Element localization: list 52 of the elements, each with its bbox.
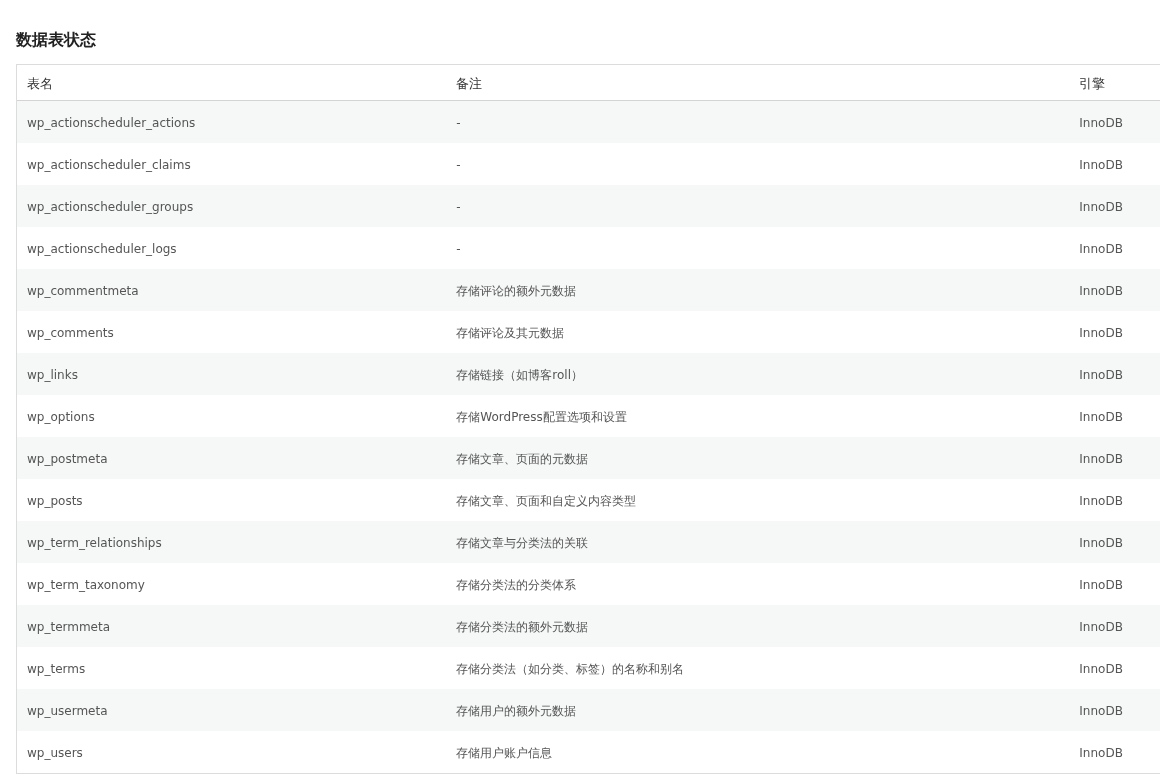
engine-cell: InnoDB: [1079, 494, 1123, 508]
engine-cell: InnoDB: [1079, 200, 1123, 214]
remark-cell: 存储WordPress配置选项和设置: [456, 410, 627, 424]
table-name-cell: wp_actionscheduler_claims: [27, 158, 191, 172]
remark-cell: -: [456, 242, 461, 256]
table-name-cell: wp_options: [27, 410, 95, 424]
table-name-cell: wp_postmeta: [27, 452, 108, 466]
engine-cell: InnoDB: [1079, 158, 1123, 172]
engine-cell: InnoDB: [1079, 452, 1123, 466]
column-header: 引擎: [1079, 75, 1106, 91]
remark-cell: 存储分类法的分类体系: [456, 578, 577, 592]
table-name-cell: wp_actionscheduler_logs: [27, 242, 177, 256]
table-name-cell: wp_posts: [27, 494, 83, 508]
table-name-cell: wp_comments: [27, 326, 114, 340]
remark-cell: -: [456, 200, 461, 214]
engine-cell: InnoDB: [1079, 368, 1123, 382]
table-name-cell: wp_term_taxonomy: [27, 578, 145, 592]
table-name-cell: wp_users: [27, 746, 83, 760]
table-name-cell: wp_links: [27, 368, 78, 382]
remark-cell: 存储用户的额外元数据: [456, 704, 577, 718]
table-name-cell: wp_termmeta: [27, 620, 111, 634]
table-name-cell: wp_usermeta: [27, 704, 108, 718]
remark-cell: 存储评论及其元数据: [456, 326, 565, 340]
table-name-cell: wp_terms: [27, 662, 86, 676]
engine-cell: InnoDB: [1079, 746, 1123, 760]
engine-cell: InnoDB: [1079, 284, 1123, 298]
remark-cell: 存储文章与分类法的关联: [456, 536, 589, 550]
remark-cell: 存储文章、页面和自定义内容类型: [456, 494, 637, 508]
engine-cell: InnoDB: [1079, 620, 1123, 634]
remark-cell: 存储分类法的额外元数据: [456, 620, 589, 634]
remark-cell: 存储用户账户信息: [456, 746, 553, 760]
engine-cell: InnoDB: [1079, 662, 1123, 676]
column-header: 表名: [27, 75, 53, 91]
table-name-cell: wp_commentmeta: [27, 284, 139, 298]
column-header: 备注: [456, 75, 483, 91]
remark-cell: 存储链接（如博客roll）: [456, 368, 583, 382]
remark-cell: 存储分类法（如分类、标签）的名称和别名: [456, 662, 685, 676]
engine-cell: InnoDB: [1079, 326, 1123, 340]
remark-cell: -: [456, 158, 461, 172]
engine-cell: InnoDB: [1079, 536, 1123, 550]
section-title: 数据表状态: [16, 29, 97, 51]
remark-cell: 存储文章、页面的元数据: [456, 452, 589, 466]
engine-cell: InnoDB: [1079, 116, 1123, 130]
table-name-cell: wp_actionscheduler_groups: [27, 200, 194, 214]
engine-cell: InnoDB: [1079, 242, 1123, 256]
engine-cell: InnoDB: [1079, 578, 1123, 592]
table-name-cell: wp_actionscheduler_actions: [27, 116, 196, 130]
table-name-cell: wp_term_relationships: [27, 536, 162, 550]
remark-cell: 存储评论的额外元数据: [456, 284, 577, 298]
remark-cell: -: [456, 116, 461, 130]
engine-cell: InnoDB: [1079, 410, 1123, 424]
engine-cell: InnoDB: [1079, 704, 1123, 718]
